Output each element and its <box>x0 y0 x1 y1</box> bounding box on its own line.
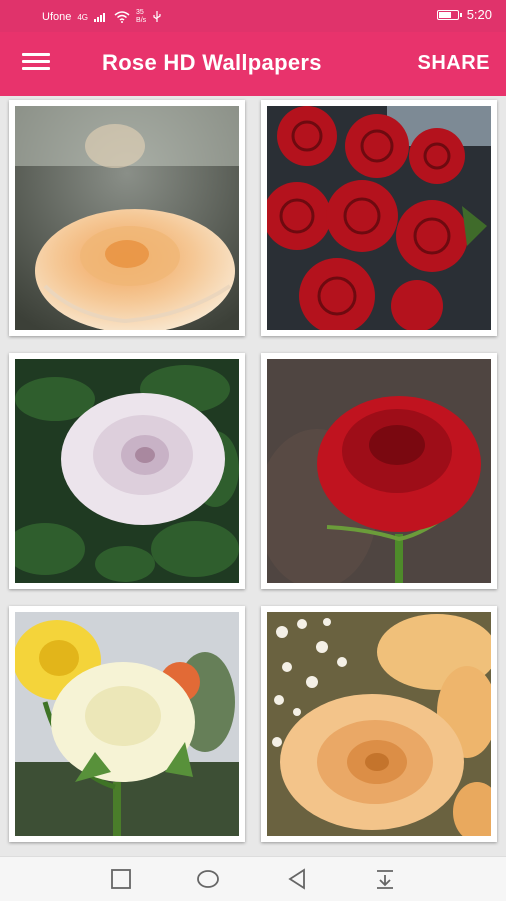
speed-unit: B/s <box>136 17 147 24</box>
carrier-name: Ufone <box>42 11 72 23</box>
triangle-back-icon[interactable] <box>285 867 309 891</box>
app-title: Rose HD Wallpapers <box>102 50 322 75</box>
status-left: Ufone 4G 35 B/s <box>42 9 162 25</box>
wallpaper-image <box>267 106 491 330</box>
signal-icon <box>94 13 106 22</box>
status-right: 5:20 <box>436 7 492 22</box>
wallpaper-image <box>15 359 239 583</box>
network-type: 4G <box>77 12 89 22</box>
circle-home-icon[interactable] <box>196 867 220 891</box>
wallpaper-image <box>15 106 239 330</box>
wallpaper-card-cream-rose[interactable] <box>9 606 245 842</box>
wallpaper-card-peach-roses-babys-breath[interactable] <box>261 606 497 842</box>
wallpaper-card-single-red-rose[interactable] <box>261 353 497 589</box>
wallpaper-grid <box>0 96 506 856</box>
wallpaper-image <box>267 359 491 583</box>
notification-down-icon[interactable] <box>373 867 397 891</box>
wallpaper-card-white-rose[interactable] <box>9 353 245 589</box>
status-bar: Ufone 4G 35 B/s 5:20 <box>0 0 506 32</box>
battery-fill <box>438 11 452 18</box>
hamburger-menu-icon[interactable] <box>22 50 56 78</box>
battery-icon <box>436 9 462 20</box>
share-button[interactable]: SHARE <box>417 52 490 75</box>
speed-indicator: 35 B/s <box>136 9 146 25</box>
speed-value: 35 <box>136 9 144 16</box>
wifi-icon <box>114 11 130 23</box>
usb-icon <box>153 11 161 22</box>
wallpaper-card-red-roses[interactable] <box>261 100 497 336</box>
wallpaper-image <box>15 612 239 836</box>
system-nav-bar <box>0 856 506 901</box>
square-recents-icon[interactable] <box>109 867 133 891</box>
wallpaper-card-peach-rose[interactable] <box>9 100 245 336</box>
app-bar: Rose HD Wallpapers SHARE <box>0 32 506 96</box>
clock: 5:20 <box>466 7 492 22</box>
wallpaper-image <box>267 612 491 836</box>
